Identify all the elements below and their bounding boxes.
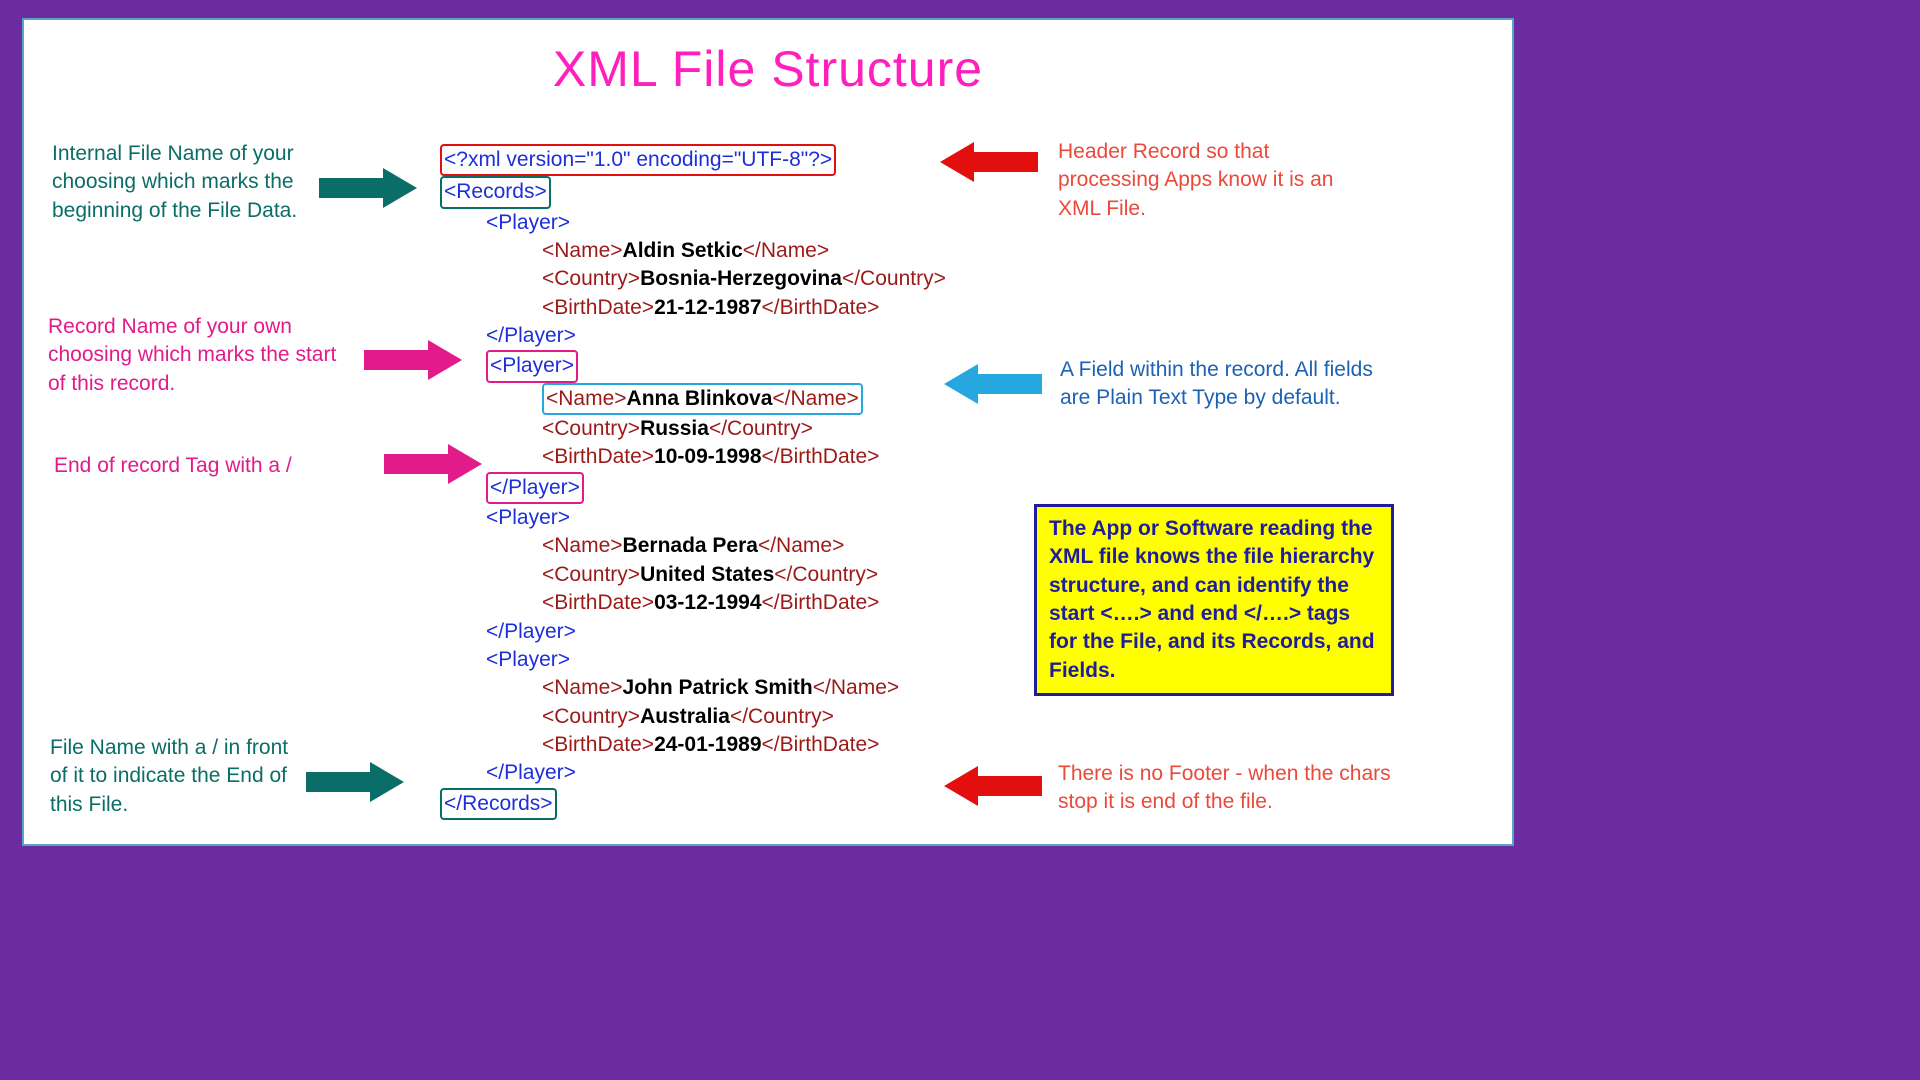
xml-country-close: </Country> [774, 563, 878, 586]
label-record-name: Record Name of your own choosing which m… [48, 313, 358, 398]
arrow-right-icon [306, 762, 406, 802]
xml-country-close: </Country> [709, 417, 813, 440]
xml-player-name: John Patrick Smith [623, 676, 813, 699]
arrow-left-icon [942, 766, 1042, 806]
xml-player-name: Anna Blinkova [627, 387, 773, 410]
xml-player-name: Bernada Pera [623, 534, 758, 557]
xml-birth-close: </BirthDate> [762, 296, 880, 319]
xml-player-country: Australia [640, 705, 730, 728]
arrow-right-icon [319, 168, 419, 208]
label-no-footer: There is no Footer - when the chars stop… [1058, 760, 1408, 817]
xml-player-birth: 03-12-1994 [654, 591, 761, 614]
xml-name-close: </Name> [772, 387, 858, 410]
arrow-left-icon [942, 364, 1042, 404]
label-internal-file-name: Internal File Name of your choosing whic… [52, 140, 312, 225]
xml-birth-close: </BirthDate> [762, 591, 880, 614]
xml-player-close: </Player> [486, 620, 576, 643]
xml-player-name: Aldin Setkic [623, 239, 743, 262]
xml-player-close: </Player> [490, 476, 580, 499]
label-file-end: File Name with a / in front of it to ind… [50, 734, 300, 819]
xml-name-open: <Name> [542, 676, 623, 699]
xml-name-close: </Name> [743, 239, 829, 262]
xml-records-close: </Records> [444, 792, 553, 815]
xml-birth-open: <BirthDate> [542, 445, 654, 468]
xml-player-open: <Player> [490, 354, 574, 377]
xml-player-birth: 24-01-1989 [654, 733, 761, 756]
xml-name-open: <Name> [542, 239, 623, 262]
xml-player-open: <Player> [486, 211, 570, 234]
xml-player-country: Russia [640, 417, 709, 440]
note-box: The App or Software reading the XML file… [1034, 504, 1394, 696]
xml-player-close: </Player> [486, 761, 576, 784]
xml-player-country: Bosnia-Herzegovina [640, 267, 842, 290]
xml-country-open: <Country> [542, 563, 640, 586]
xml-player-open: <Player> [486, 506, 570, 529]
label-header-record: Header Record so that processing Apps kn… [1058, 138, 1348, 223]
xml-birth-close: </BirthDate> [762, 733, 880, 756]
xml-birth-open: <BirthDate> [542, 591, 654, 614]
arrow-left-icon [938, 142, 1038, 182]
xml-country-close: </Country> [730, 705, 834, 728]
xml-country-close: </Country> [842, 267, 946, 290]
xml-birth-open: <BirthDate> [542, 733, 654, 756]
xml-name-close: </Name> [758, 534, 844, 557]
xml-birth-close: </BirthDate> [762, 445, 880, 468]
page-title: XML File Structure [24, 40, 1512, 98]
xml-country-open: <Country> [542, 417, 640, 440]
label-field-in-record: A Field within the record. All fields ar… [1060, 356, 1390, 413]
xml-declaration: <?xml version="1.0" encoding="UTF-8"?> [444, 148, 832, 171]
xml-records-open: <Records> [444, 180, 547, 203]
xml-player-birth: 21-12-1987 [654, 296, 761, 319]
xml-name-open: <Name> [542, 534, 623, 557]
xml-name-close: </Name> [813, 676, 899, 699]
xml-birth-open: <BirthDate> [542, 296, 654, 319]
xml-code-display: <?xml version="1.0" encoding="UTF-8"?> <… [440, 144, 946, 820]
xml-player-close: </Player> [486, 324, 576, 347]
xml-name-open: <Name> [546, 387, 627, 410]
xml-player-birth: 10-09-1998 [654, 445, 761, 468]
slide-frame: XML File Structure Internal File Name of… [22, 18, 1514, 846]
xml-player-country: United States [640, 563, 774, 586]
xml-country-open: <Country> [542, 267, 640, 290]
xml-player-open: <Player> [486, 648, 570, 671]
xml-country-open: <Country> [542, 705, 640, 728]
label-end-of-record: End of record Tag with a / [54, 452, 374, 480]
